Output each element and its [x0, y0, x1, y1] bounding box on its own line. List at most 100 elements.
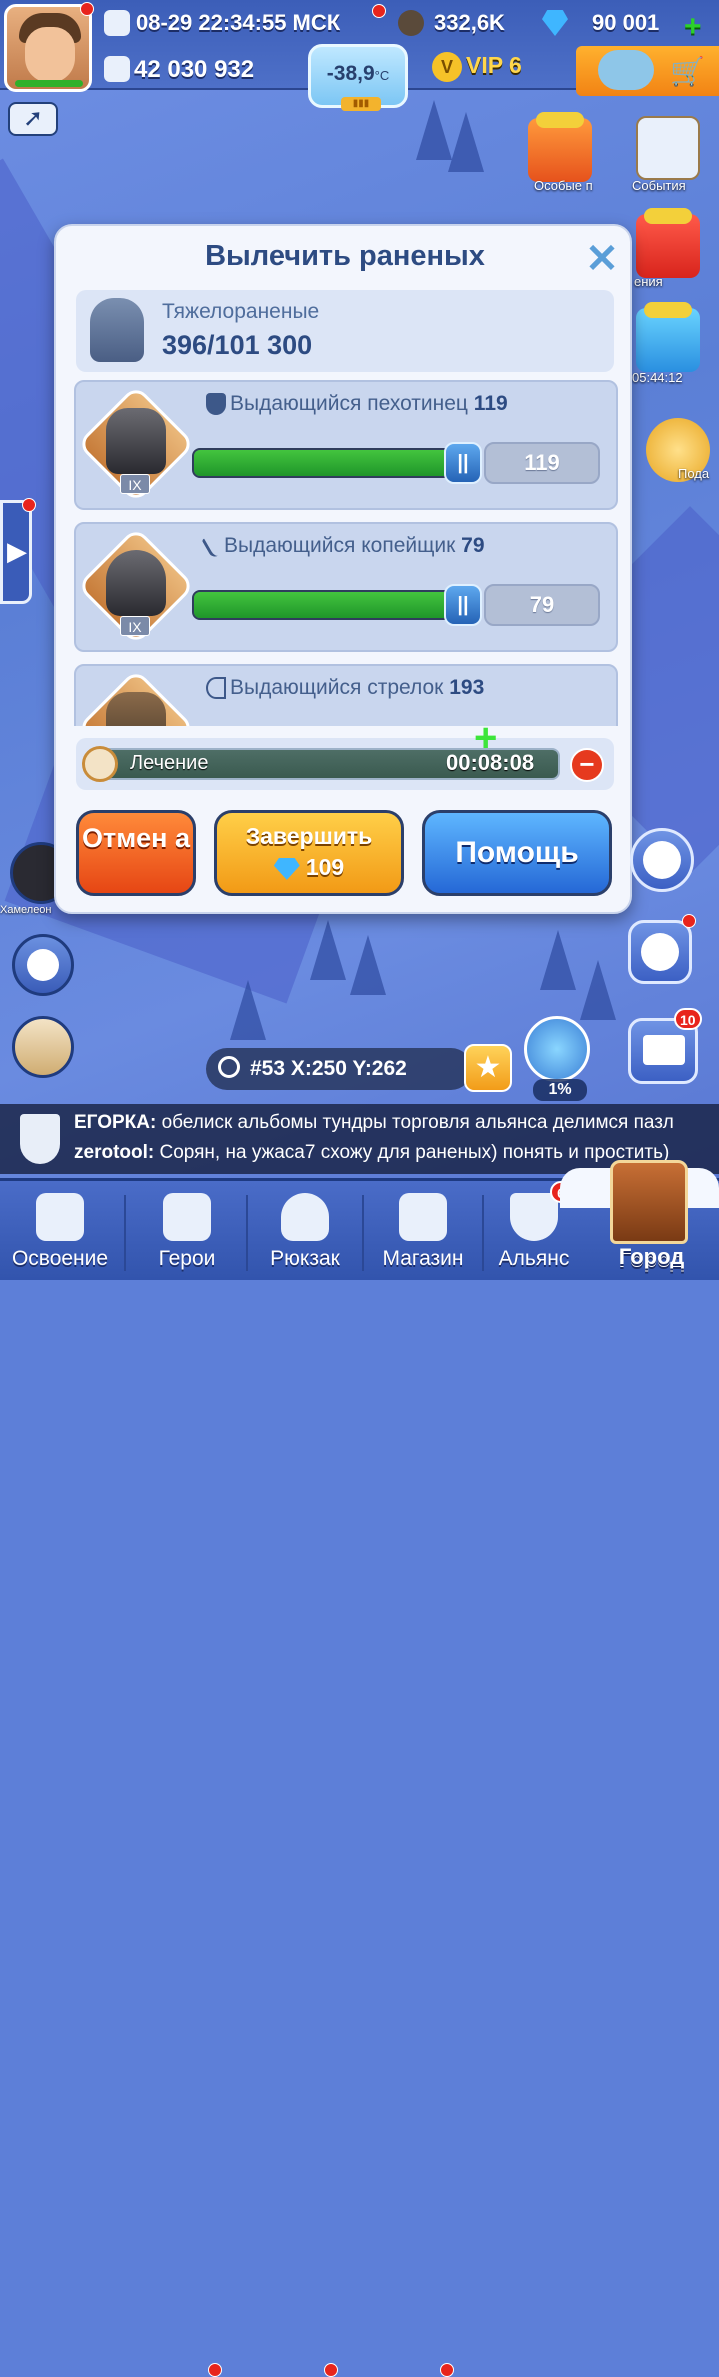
- slider-knob[interactable]: ||: [444, 584, 482, 626]
- bookmark-star-button[interactable]: ★: [464, 1044, 512, 1092]
- spear-icon: [201, 533, 225, 560]
- troop-quantity-input[interactable]: 79: [484, 584, 600, 626]
- shop-notification-dot: [440, 2363, 454, 2377]
- menu-button[interactable]: [630, 828, 694, 892]
- gift-label: ения: [634, 274, 663, 289]
- mail-badge: 10: [674, 1008, 702, 1030]
- chameleon-label: Хамелеон: [0, 904, 52, 916]
- pet-notification-dot: [682, 914, 696, 928]
- store-icon: [399, 1193, 447, 1241]
- nav-heroes[interactable]: Герои: [128, 1181, 246, 1283]
- cancel-button[interactable]: Отмен а: [76, 810, 196, 896]
- chat-text: обелиск альбомы тундры торговля альянса …: [156, 1112, 674, 1133]
- chat-user: ЕГОРКА:: [74, 1112, 157, 1133]
- gem-amount: 90 001: [592, 10, 660, 35]
- healing-label: Лечение: [130, 752, 209, 774]
- chat-user: zerotool:: [74, 1142, 155, 1163]
- ore-icon: [398, 10, 424, 36]
- nav-label: Герои: [158, 1247, 216, 1270]
- troop-rank: IX: [120, 474, 150, 494]
- calendar-icon: [104, 10, 130, 36]
- nav-label: Рюкзак: [270, 1247, 340, 1270]
- troop-name-text: Выдающийся пехотинец: [230, 392, 468, 415]
- temperature-unit: °C: [374, 68, 390, 83]
- search-icon: [218, 1056, 240, 1078]
- alliance-help-percent: 1%: [533, 1079, 587, 1101]
- close-icon[interactable]: ✕: [584, 239, 620, 279]
- wounded-count: 396/101 300: [162, 330, 313, 360]
- nav-explore[interactable]: Освоение: [0, 1181, 120, 1283]
- side-panel-toggle[interactable]: ▶: [0, 500, 32, 604]
- gem-icon: [273, 857, 300, 880]
- paw-icon: [641, 933, 679, 971]
- vip-label: VIP 6: [466, 52, 522, 79]
- quest-scroll-button[interactable]: [12, 1016, 74, 1078]
- archer-helmet-icon: [106, 692, 166, 726]
- nav-label: Альянс: [498, 1247, 570, 1270]
- shop-button[interactable]: 🛒: [576, 46, 719, 96]
- hero-face-icon: [163, 1193, 211, 1241]
- finish-button[interactable]: Завершить 109: [214, 810, 404, 896]
- gift-button[interactable]: [636, 208, 700, 278]
- slider-fill: [194, 450, 456, 476]
- wounded-label: Тяжелораненые: [162, 300, 320, 323]
- spearman-helmet-icon: [106, 550, 166, 616]
- world-map-button[interactable]: [12, 934, 74, 996]
- avatar-notification-dot: [80, 2, 94, 16]
- nav-backpack[interactable]: Рюкзак: [248, 1181, 362, 1283]
- slider-fill: [194, 592, 456, 618]
- chat-line: zerotool: Сорян, на ужаса7 схожу для ран…: [74, 1142, 669, 1164]
- nav-city-label: Город: [618, 1244, 685, 1269]
- heal-wounded-dialog: Вылечить раненых ✕ Тяжелораненые 396/101…: [54, 224, 632, 914]
- player-power: 42 030 932: [134, 56, 255, 83]
- reduce-time-button[interactable]: −: [570, 748, 604, 782]
- troop-name-text: Выдающийся стрелок: [230, 676, 444, 699]
- chat-line: ЕГОРКА: обелиск альбомы тундры торговля …: [74, 1112, 674, 1134]
- troop-name: Выдающийся копейщик 79: [201, 533, 485, 560]
- healing-progress: Лечение 00:08:08 −: [76, 738, 614, 790]
- troop-name: Выдающийся стрелок 193: [206, 676, 484, 700]
- pet-button[interactable]: [628, 920, 692, 984]
- special-offers-button[interactable]: [528, 112, 592, 182]
- side-panel-notification-dot: [22, 498, 36, 512]
- datetime-notification-dot: [372, 4, 386, 18]
- troop-rank: IX: [120, 616, 150, 636]
- events-button[interactable]: [636, 116, 700, 180]
- nav-label: Магазин: [382, 1247, 464, 1270]
- add-gems-button[interactable]: +: [684, 10, 702, 44]
- gift-pack-label: Пода: [678, 466, 710, 481]
- troop-quantity-input[interactable]: 119: [484, 442, 600, 484]
- cart-icon: 🛒: [670, 56, 705, 87]
- troop-name: Выдающийся пехотинец 119: [206, 392, 508, 416]
- chat-text: Сорян, на ужаса7 схожу для раненых) поня…: [154, 1142, 670, 1163]
- alliance-banner-icon: [510, 1193, 558, 1241]
- timed-gift-button[interactable]: [636, 302, 700, 372]
- finish-label: Завершить: [245, 823, 373, 849]
- player-health-bar: [15, 80, 83, 87]
- nav-shop[interactable]: Магазин: [364, 1181, 482, 1283]
- alliance-help-button[interactable]: 1%: [524, 1016, 590, 1101]
- troop-row-archer: IX Выдающийся стрелок 193: [74, 664, 618, 726]
- timed-gift-timer: 05:44:12: [632, 370, 683, 385]
- coordinates-search[interactable]: #53 X:250 Y:262: [206, 1048, 472, 1090]
- collapse-arrow-button[interactable]: ➚: [8, 102, 58, 136]
- temperature-widget[interactable]: -38,9°C ▮▮▮: [308, 44, 408, 111]
- shop-bag-icon: [598, 50, 654, 90]
- vip-level[interactable]: V VIP 6: [432, 52, 522, 82]
- player-avatar[interactable]: [4, 4, 92, 92]
- special-offers-label: Особые п: [534, 178, 593, 193]
- city-gate-icon[interactable]: [610, 1160, 688, 1244]
- infantry-helmet-icon: [106, 408, 166, 474]
- troop-slider[interactable]: ||: [192, 442, 482, 484]
- envelope-icon: [643, 1035, 685, 1065]
- coordinates-text: #53 X:250 Y:262: [250, 1057, 407, 1080]
- bow-icon: [206, 677, 226, 700]
- temperature-indicator: ▮▮▮: [341, 97, 381, 111]
- dialog-title: Вылечить раненых: [205, 240, 485, 272]
- troop-slider[interactable]: ||: [192, 584, 482, 626]
- troop-list[interactable]: IX Выдающийся пехотинец 119 || 119 IX Вы…: [74, 380, 618, 726]
- events-label: События: [632, 178, 686, 193]
- slider-knob[interactable]: ||: [444, 442, 482, 484]
- sparkle-effect: +: [474, 716, 498, 760]
- help-button[interactable]: Помощь: [422, 810, 612, 896]
